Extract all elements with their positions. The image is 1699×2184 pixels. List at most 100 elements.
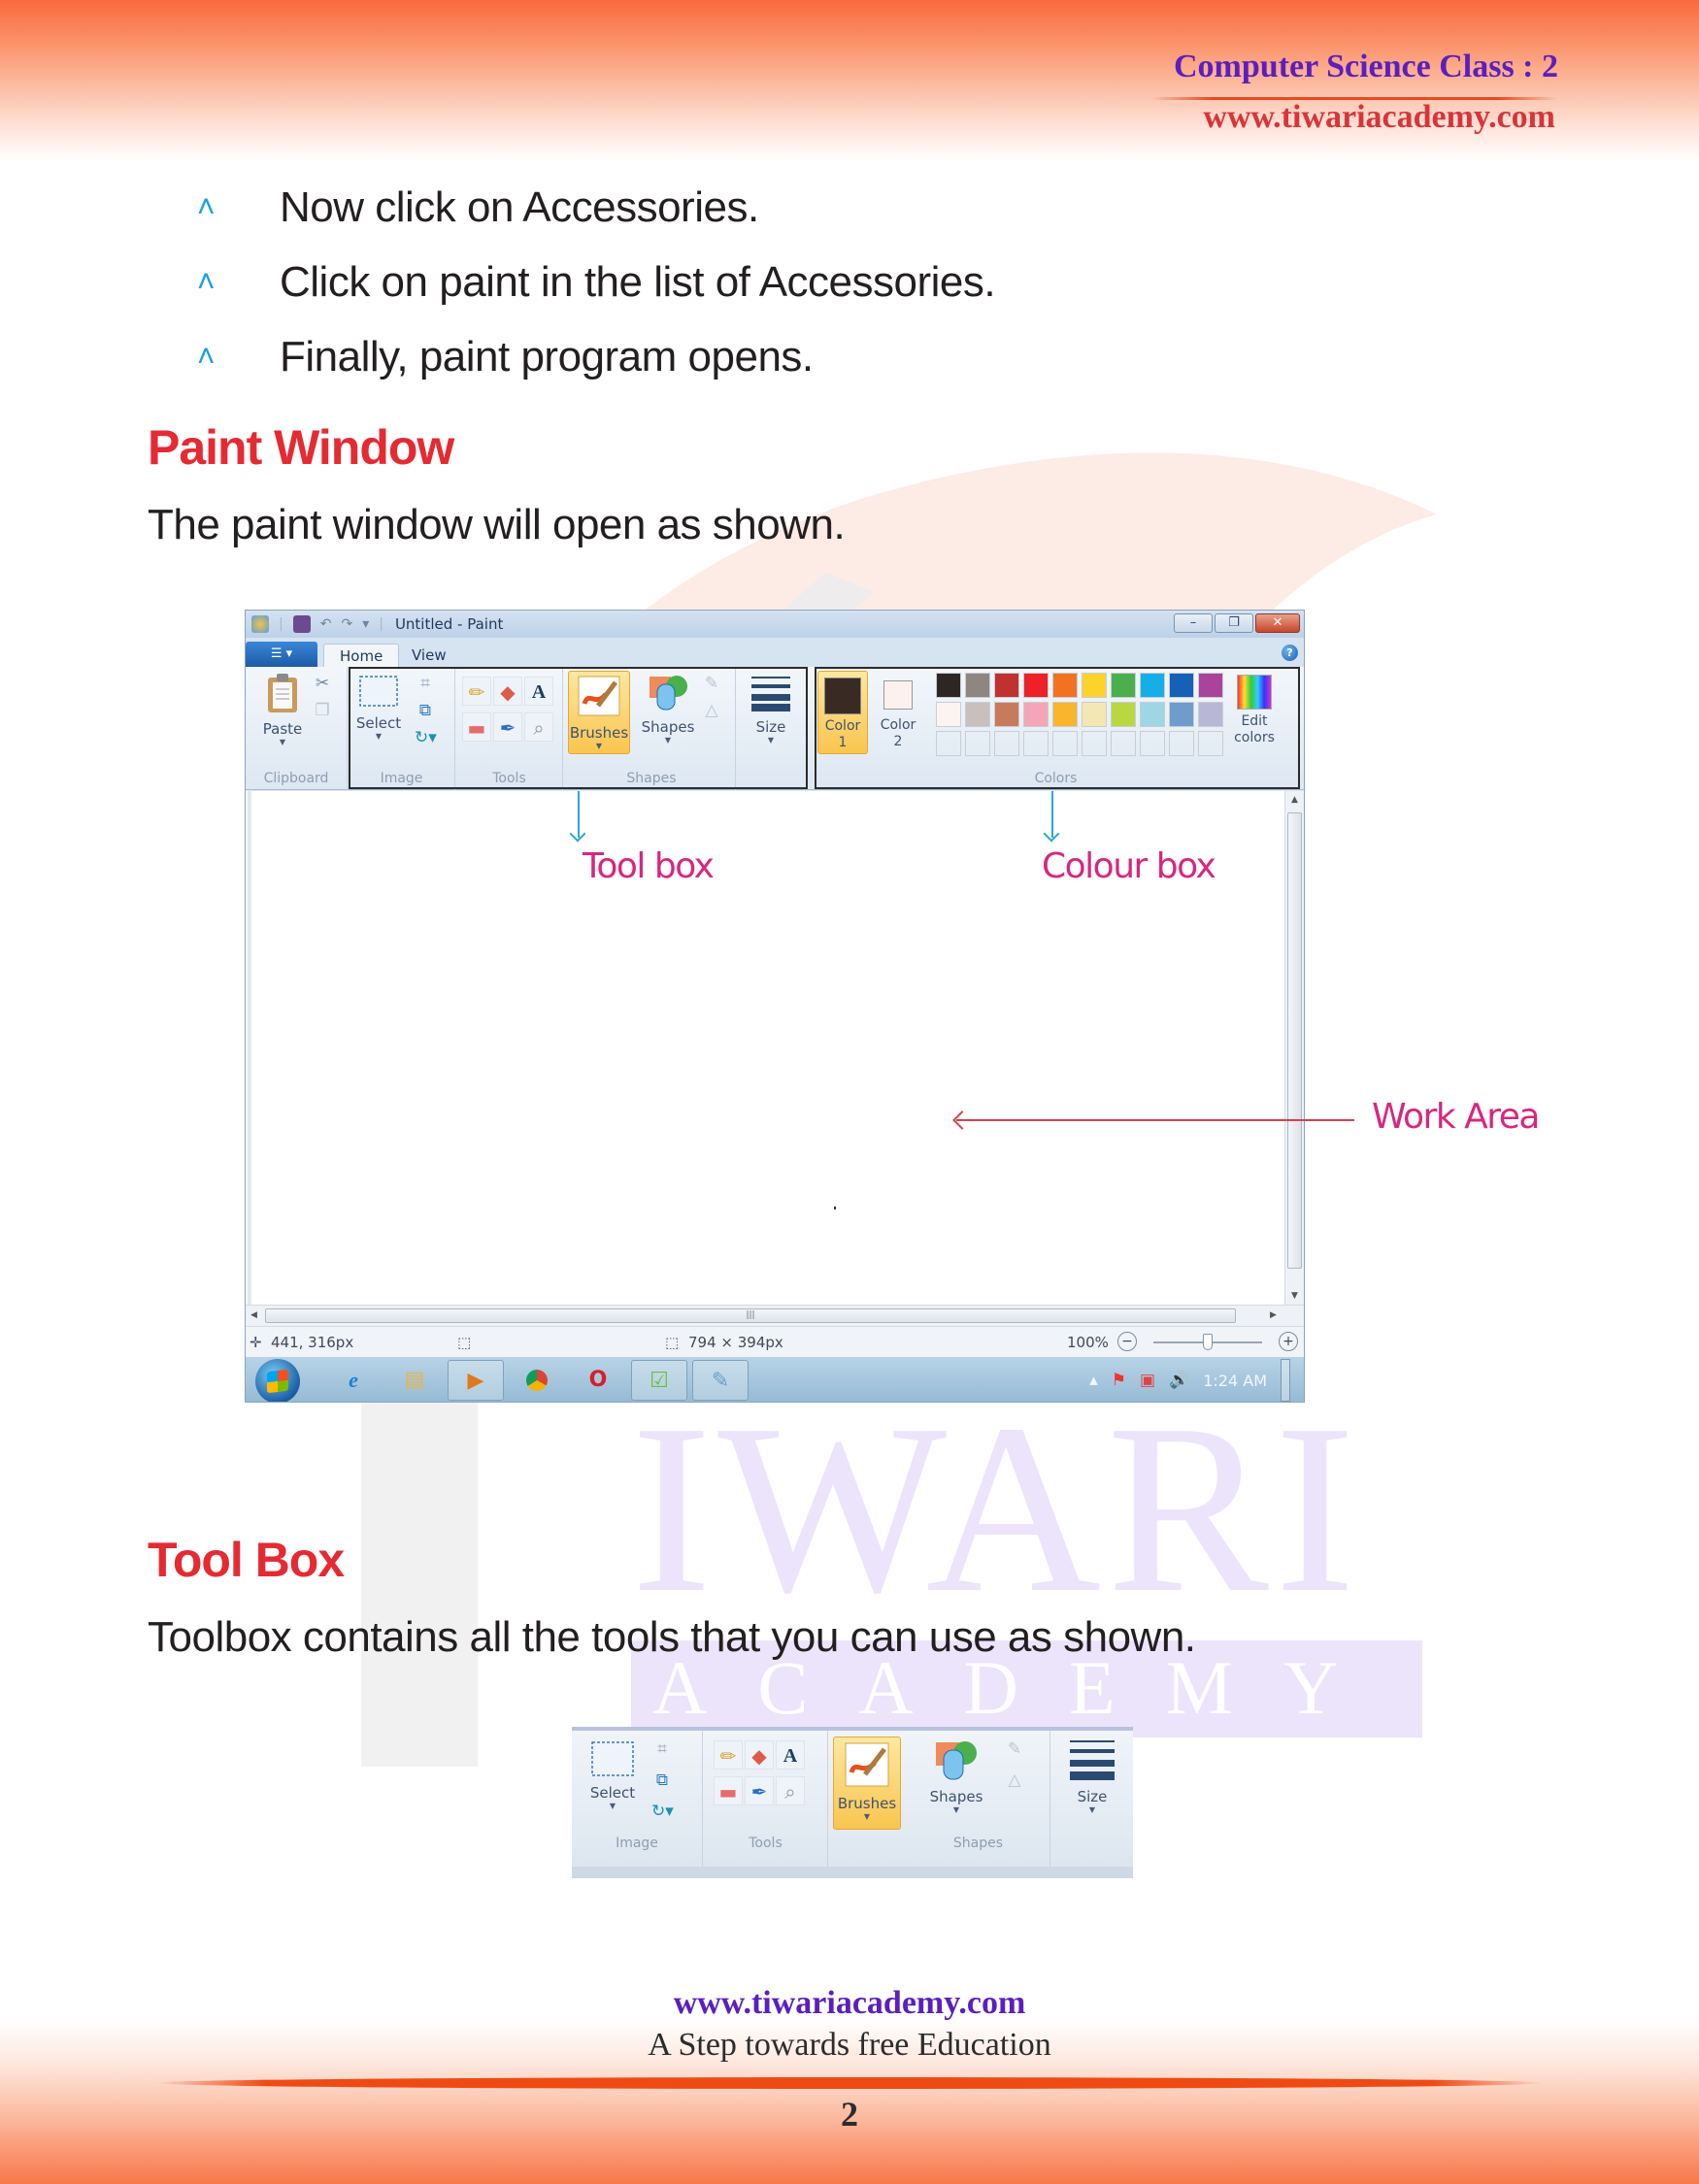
horizontal-scrollbar[interactable]: ◀ ||| ▶ xyxy=(246,1305,1304,1326)
windows-logo-icon xyxy=(267,1369,288,1394)
vertical-scrollbar[interactable]: ▲ ▼ xyxy=(1284,791,1304,1305)
minimize-button[interactable]: – xyxy=(1174,613,1213,633)
list-item-text: Finally, paint program opens. xyxy=(280,332,814,381)
tab-view[interactable]: View xyxy=(396,644,462,667)
file-explorer-icon[interactable]: ▤ xyxy=(386,1360,443,1401)
opera-icon[interactable]: O xyxy=(570,1360,626,1401)
cursor-position-icon: ✛ xyxy=(250,1334,262,1351)
ribbon: Paste ▼ ✂ ❐ Clipboard Select ▼ ⌗ ⧉ ↻▾ Im… xyxy=(246,667,1304,790)
select-button[interactable]: Select ▼ xyxy=(585,1740,640,1810)
color-picker-icon[interactable]: ✒ xyxy=(745,1776,774,1805)
clipboard-group: Paste ▼ ✂ ❐ Clipboard xyxy=(246,667,348,790)
scroll-up-icon[interactable]: ▲ xyxy=(1291,795,1298,805)
shapes-button[interactable]: Shapes ▼ xyxy=(924,1738,988,1814)
chevron-down-icon: ▼ xyxy=(952,1805,960,1814)
tools-group: ✏ ◆ A ▬ ✒ ⌕ Tools xyxy=(704,1731,828,1867)
undo-icon[interactable]: ↶ xyxy=(320,616,332,632)
group-label: Shapes xyxy=(952,1836,1004,1851)
colourbox-annotation: Colour box xyxy=(1042,846,1216,886)
paint-window-paragraph: The paint window will open as shown. xyxy=(148,501,846,548)
resize-icon[interactable]: ⧉ xyxy=(651,1770,673,1791)
zoom-slider[interactable] xyxy=(1153,1334,1262,1350)
magnifier-icon[interactable]: ⌕ xyxy=(776,1776,805,1805)
clock[interactable]: 1:24 AM xyxy=(1203,1372,1267,1390)
green-app-icon[interactable]: ☑ xyxy=(631,1360,687,1401)
cut-icon[interactable]: ✂ xyxy=(312,673,333,694)
eraser-icon[interactable]: ▬ xyxy=(714,1776,743,1805)
text-icon[interactable]: A xyxy=(776,1740,805,1770)
start-button[interactable] xyxy=(255,1359,300,1402)
watermark-text: IWARI xyxy=(631,1374,1362,1643)
chrome-icon[interactable] xyxy=(509,1360,565,1401)
internet-explorer-icon[interactable]: e xyxy=(325,1360,382,1401)
horizontal-scroll-thumb[interactable]: ||| xyxy=(265,1308,1236,1323)
paint-taskbar-icon[interactable]: ✎ xyxy=(692,1360,749,1401)
header-website-link[interactable]: www.tiwariacademy.com xyxy=(1203,99,1555,136)
size-group: Size ▼ xyxy=(1051,1731,1133,1867)
list-item-text: Click on paint in the list of Accessorie… xyxy=(280,257,996,306)
media-player-icon[interactable]: ▶ xyxy=(448,1360,504,1401)
line-size-icon xyxy=(1070,1740,1115,1780)
group-label: Clipboard xyxy=(263,771,329,786)
steps-list: ˄ Now click on Accessories. ˄ Click on p… xyxy=(186,170,996,394)
selection-size-icon: ⬚ xyxy=(457,1334,472,1351)
close-button[interactable]: ✕ xyxy=(1255,613,1300,633)
cursor-position: 441, 316px xyxy=(271,1334,354,1351)
customize-qat-icon[interactable]: ▾ xyxy=(362,616,369,632)
show-hidden-icons[interactable]: ▴ xyxy=(1089,1371,1098,1390)
save-icon[interactable] xyxy=(292,615,311,633)
scroll-down-icon[interactable]: ▼ xyxy=(1291,1291,1298,1301)
size-button[interactable]: Size ▼ xyxy=(1065,1737,1119,1814)
class-title: Computer Science Class : 2 xyxy=(1174,49,1558,84)
shapes-group: Shapes ▼ ✎ △ Shapes xyxy=(907,1731,1050,1867)
fill-bucket-icon[interactable]: ◆ xyxy=(745,1740,774,1770)
outline-icon[interactable]: ✎ xyxy=(1004,1738,1025,1760)
brushes-button[interactable]: Brushes ▼ xyxy=(833,1737,901,1830)
zoom-out-button[interactable]: − xyxy=(1117,1332,1137,1351)
restore-button[interactable]: ❐ xyxy=(1215,613,1253,633)
show-desktop-button[interactable] xyxy=(1281,1359,1290,1402)
colorbox-highlight xyxy=(815,667,1300,789)
canvas-size-icon: ⬚ xyxy=(665,1334,680,1351)
list-item: ˄ Click on paint in the list of Accessor… xyxy=(186,245,996,319)
zoom-slider-thumb[interactable] xyxy=(1203,1334,1213,1350)
copy-icon[interactable]: ❐ xyxy=(312,700,333,721)
scroll-left-icon[interactable]: ◀ xyxy=(250,1310,257,1320)
cursor-dot xyxy=(834,1207,836,1209)
tab-home[interactable]: Home xyxy=(323,644,400,667)
vertical-scroll-thumb[interactable] xyxy=(1287,812,1302,1269)
crop-icon[interactable]: ⌗ xyxy=(651,1738,673,1760)
pencil-icon[interactable]: ✏ xyxy=(714,1740,743,1770)
select-rectangle-icon xyxy=(591,1741,634,1776)
zoom-in-button[interactable]: + xyxy=(1279,1332,1298,1351)
paste-button[interactable]: Paste ▼ xyxy=(255,673,310,746)
paint-window: | ↶ ↷ ▾ | Untitled - Paint – ❐ ✕ ☰ ▾ Hom… xyxy=(245,610,1305,1403)
action-center-flag-icon[interactable]: ⚑ xyxy=(1112,1371,1126,1390)
redo-icon[interactable]: ↷ xyxy=(341,616,352,632)
brushes-group: Brushes ▼ xyxy=(829,1731,907,1867)
arrowhead-bullet-icon: ˄ xyxy=(196,189,216,224)
footer-divider xyxy=(155,2077,1544,2089)
network-icon[interactable]: ▣ xyxy=(1140,1371,1155,1390)
fill-icon[interactable]: △ xyxy=(1004,1770,1025,1791)
window-title: Untitled - Paint xyxy=(394,615,504,633)
footer-website-link[interactable]: www.tiwariacademy.com xyxy=(0,1985,1699,2022)
chevron-down-icon: ▼ xyxy=(1088,1805,1096,1814)
quick-access-toolbar: | ↶ ↷ ▾ | xyxy=(246,615,383,633)
list-item: ˄ Now click on Accessories. xyxy=(186,170,995,245)
group-label: Tools xyxy=(749,1836,783,1851)
volume-icon[interactable]: 🔊 xyxy=(1169,1371,1189,1390)
help-icon[interactable]: ? xyxy=(1282,645,1298,661)
clipboard-icon xyxy=(268,674,297,712)
colourbox-arrow xyxy=(1051,791,1053,838)
page-number: 2 xyxy=(841,2095,858,2134)
section-heading-paint-window: Paint Window xyxy=(148,420,454,475)
tool-box-paragraph: Toolbox contains all the tools that you … xyxy=(148,1613,1196,1661)
list-item: ˄ Finally, paint program opens. xyxy=(186,319,995,394)
work-area-arrow xyxy=(956,1119,1354,1121)
paint-menu-button[interactable]: ☰ ▾ xyxy=(246,642,317,667)
rotate-icon[interactable]: ↻▾ xyxy=(651,1801,674,1822)
scroll-right-icon[interactable]: ▶ xyxy=(1270,1310,1277,1320)
arrowhead-bullet-icon: ˄ xyxy=(196,339,216,374)
work-area-annotation: Work Area xyxy=(1372,1097,1540,1137)
